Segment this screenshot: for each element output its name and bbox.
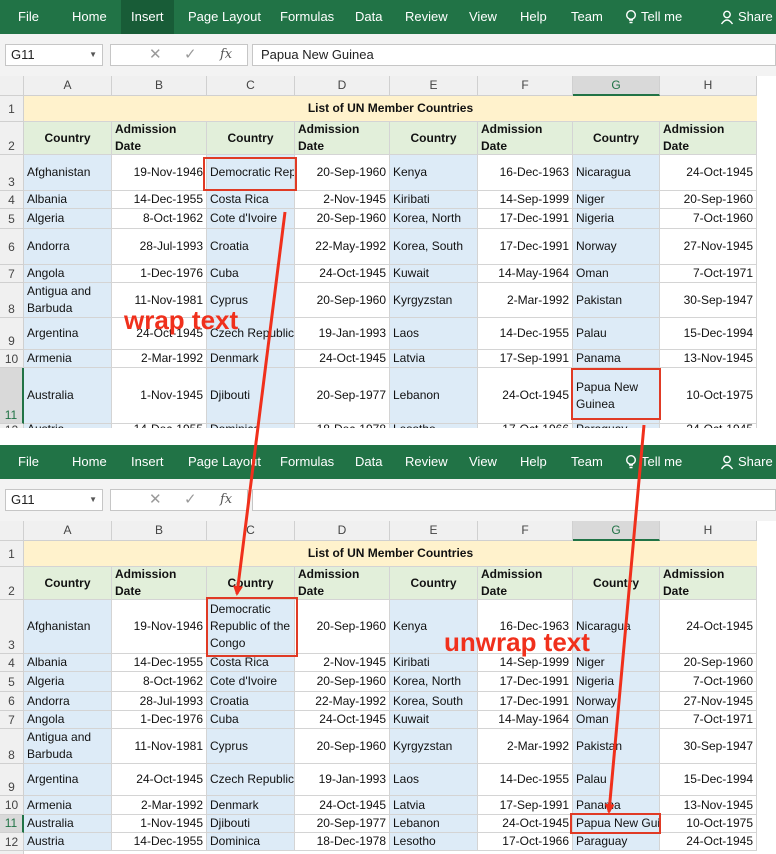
wrap-arrow: [233, 211, 287, 596]
annotation-arrows: [233, 211, 646, 814]
unwrap-arrow: [604, 424, 646, 814]
